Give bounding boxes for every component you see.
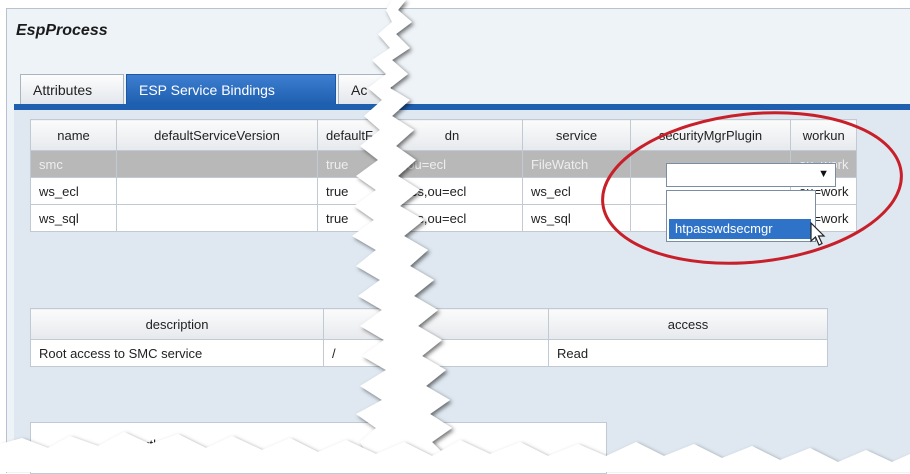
torn-paper-overlay bbox=[0, 0, 910, 472]
highlight-circle bbox=[601, 111, 903, 265]
